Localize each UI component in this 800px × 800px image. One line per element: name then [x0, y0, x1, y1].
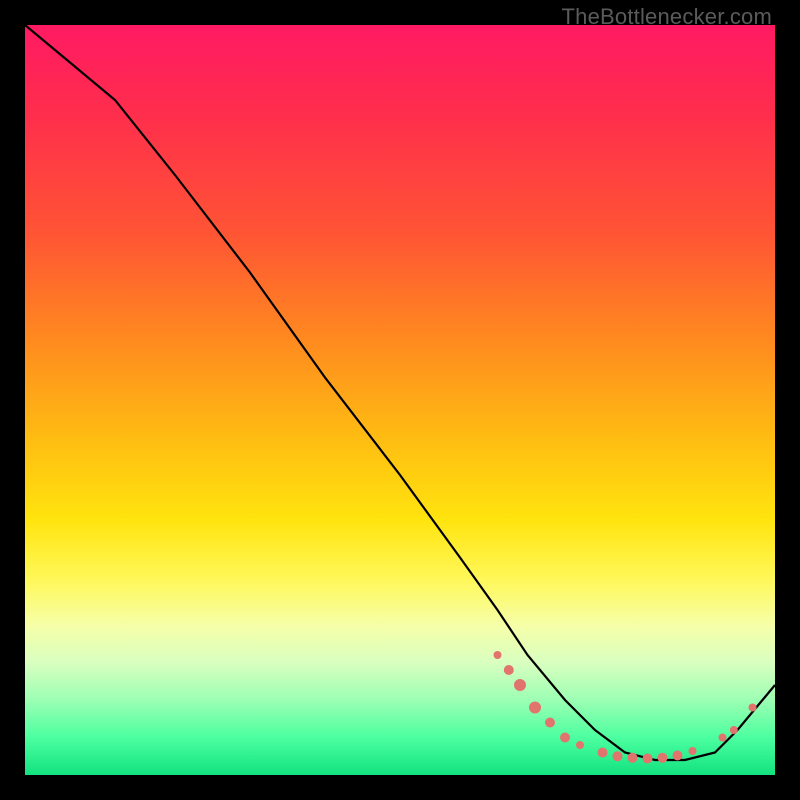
watermark-text: TheBottlenecker.com — [562, 4, 772, 30]
data-marker — [749, 704, 757, 712]
data-marker — [598, 748, 608, 758]
data-marker — [719, 734, 727, 742]
data-marker — [514, 679, 526, 691]
data-marker — [576, 741, 584, 749]
chart-frame — [25, 25, 775, 775]
marker-group — [494, 651, 757, 764]
data-marker — [628, 753, 638, 763]
data-marker — [494, 651, 502, 659]
bottleneck-curve — [25, 25, 775, 760]
data-marker — [658, 753, 668, 763]
data-marker — [730, 726, 738, 734]
data-marker — [643, 754, 653, 764]
data-marker — [504, 665, 514, 675]
data-marker — [689, 747, 697, 755]
data-marker — [560, 733, 570, 743]
data-marker — [529, 702, 541, 714]
data-marker — [673, 751, 683, 761]
data-marker — [545, 718, 555, 728]
data-marker — [613, 751, 623, 761]
chart-svg — [25, 25, 775, 775]
